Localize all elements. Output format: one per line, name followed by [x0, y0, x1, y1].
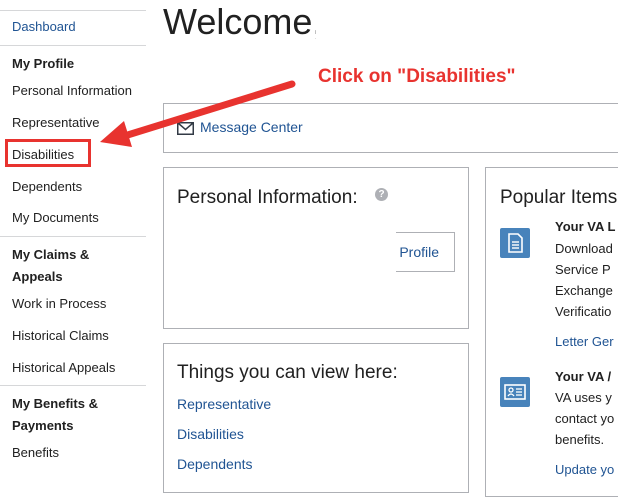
popular-item-2-title: Your VA / — [555, 369, 612, 384]
sidebar-item-historical-claims[interactable]: Historical Claims — [12, 328, 109, 343]
things-link-dependents[interactable]: Dependents — [177, 456, 253, 472]
popular-item-2-link[interactable]: Update yo — [555, 462, 614, 477]
things-link-disabilities[interactable]: Disabilities — [177, 426, 244, 442]
things-link-representative[interactable]: Representative — [177, 396, 271, 412]
popular-item-2-line: benefits. — [555, 432, 605, 447]
sidebar-item-my-documents[interactable]: My Documents — [12, 210, 99, 225]
message-center-panel: Message Center — [163, 103, 618, 153]
popular-item-1-line: Verificatio — [555, 304, 612, 319]
personal-information-title: Personal Information: — [177, 187, 358, 208]
popular-item-1-link[interactable]: Letter Ger — [555, 334, 614, 349]
id-card-icon — [500, 377, 530, 407]
divider — [0, 385, 146, 386]
sidebar-heading-claims-line1: My Claims & — [12, 247, 90, 262]
divider — [0, 45, 146, 46]
popular-item-1-line: Service P — [555, 262, 611, 277]
page-title: Welcome, — [163, 1, 323, 42]
message-center-link[interactable]: Message Center — [200, 119, 303, 135]
popular-item-1-line: Download — [555, 241, 613, 256]
envelope-icon — [177, 122, 194, 135]
document-icon — [500, 228, 530, 258]
sidebar-item-personal-information[interactable]: Personal Information — [12, 83, 132, 98]
sidebar-nav: Dashboard My Profile Personal Informatio… — [0, 0, 146, 479]
sidebar-heading-benefits-line2: Payments — [12, 418, 74, 433]
disabilities-highlight-box — [5, 139, 91, 167]
personal-information-panel: Personal Information: ? dit Profile — [163, 167, 469, 329]
popular-item-1-line: Exchange — [555, 283, 613, 298]
question-circle-icon[interactable]: ? — [375, 188, 388, 201]
popular-item-2-line: contact yo — [555, 411, 615, 426]
popular-item-2-line: VA uses y — [555, 390, 612, 405]
sidebar-item-dependents[interactable]: Dependents — [12, 179, 82, 194]
redacted-name — [316, 0, 484, 56]
things-you-can-view-panel: Things you can view here: Representative… — [163, 343, 469, 493]
sidebar-item-dashboard[interactable]: Dashboard — [12, 19, 76, 34]
sidebar-item-work-in-process[interactable]: Work in Process — [12, 296, 106, 311]
popular-items-panel: Popular Items Your VA L Download Service… — [485, 167, 618, 497]
things-title: Things you can view here: — [177, 362, 398, 383]
sidebar-item-historical-appeals[interactable]: Historical Appeals — [12, 360, 115, 375]
sidebar-item-benefits[interactable]: Benefits — [12, 445, 59, 460]
sidebar-item-representative[interactable]: Representative — [12, 115, 99, 130]
divider — [0, 10, 146, 11]
divider — [0, 236, 146, 237]
popular-item-1-title: Your VA L — [555, 219, 616, 234]
annotation-callout: Click on "Disabilities" — [318, 66, 516, 87]
sidebar-heading-benefits-line1: My Benefits & — [12, 396, 98, 411]
popular-items-title: Popular Items — [500, 187, 618, 208]
sidebar-heading-my-profile: My Profile — [12, 56, 75, 71]
sidebar-heading-claims-line2: Appeals — [12, 269, 63, 284]
redacted-personal-info — [174, 214, 396, 326]
